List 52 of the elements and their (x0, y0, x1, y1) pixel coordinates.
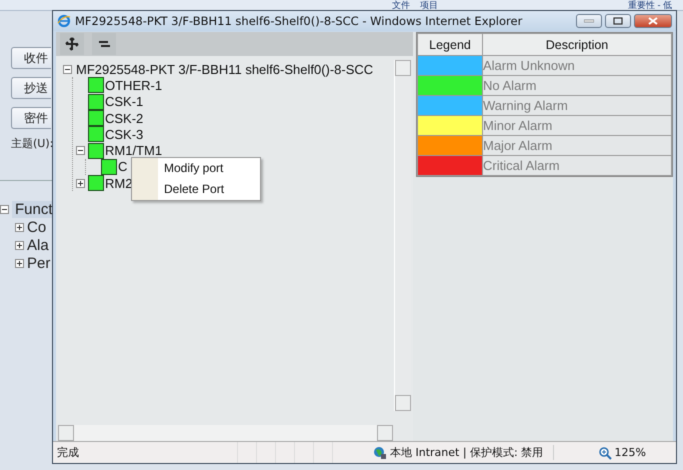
table-cell: Critical Alarm (482, 156, 672, 176)
tree-item[interactable]: CSK-1 (104, 94, 144, 110)
expand-icon[interactable] (15, 222, 24, 232)
tree-item[interactable]: CSK-3 (104, 126, 144, 142)
tree-item[interactable]: RM1/TM1 (104, 143, 162, 158)
address-button[interactable]: 密件 (11, 107, 51, 129)
tree-root[interactable]: MF2925548-PKT 3/F-BBH11 shelf6-Shelf0()-8-SCC (75, 62, 374, 77)
zone-text: 本地 Intranet | 保护模式: 禁用 (390, 445, 544, 460)
tree-item[interactable]: C (117, 159, 128, 174)
move-icon (65, 37, 79, 51)
restore-button[interactable] (605, 14, 631, 28)
ribbon-label: 重要性 - 低 (628, 0, 672, 10)
collapse-icon[interactable] (63, 64, 72, 74)
expand-icon[interactable] (76, 178, 85, 188)
close-button[interactable] (634, 14, 672, 28)
globe-icon (373, 446, 387, 460)
window-title: MF2925548-PKT 3/F-BBH11 shelf6-Shelf0()-8-SCC - Windows Internet Explorer (75, 14, 522, 28)
zoom-level[interactable]: 125% (614, 446, 646, 459)
column-header: Description (482, 34, 672, 56)
table-cell: Alarm Unknown (482, 56, 672, 76)
expand-all-button[interactable] (60, 33, 84, 55)
tree-item[interactable]: Per (27, 254, 50, 272)
tree-item[interactable]: CSK-2 (104, 110, 144, 126)
minimize-button[interactable] (576, 14, 602, 28)
tree-item[interactable]: Ala (27, 236, 49, 254)
table-cell: Minor Alarm (482, 116, 672, 136)
subject-label: 主题(U): (11, 137, 54, 150)
table-cell: Warning Alarm (482, 96, 672, 116)
address-button[interactable]: 抄送 (11, 77, 51, 99)
zoom-icon (598, 446, 612, 460)
ribbon-label: 项目 (420, 0, 438, 10)
lines-icon (97, 39, 111, 49)
expand-icon[interactable] (15, 258, 24, 268)
collapse-all-button[interactable] (92, 33, 116, 55)
table-cell: No Alarm (482, 76, 672, 96)
menu-item[interactable]: Modify port (132, 158, 260, 179)
tree-item[interactable]: OTHER-1 (104, 78, 162, 93)
collapse-icon[interactable] (0, 204, 9, 214)
address-button[interactable]: 收件 (11, 47, 51, 69)
minimize-icon (584, 19, 594, 23)
restore-icon (613, 17, 623, 25)
tree-item[interactable]: Co (27, 218, 46, 236)
browser-icon (57, 14, 71, 28)
column-header: Legend (418, 34, 482, 56)
expand-icon[interactable] (15, 240, 24, 250)
ribbon-label: 文件 (392, 0, 410, 10)
close-icon (648, 17, 658, 25)
collapse-icon[interactable] (76, 146, 85, 156)
menu-item[interactable]: Delete Port (132, 179, 260, 200)
status-text: 完成 (56, 445, 80, 460)
table-cell: Major Alarm (482, 136, 672, 156)
tree-item[interactable]: RM2 (104, 176, 132, 191)
